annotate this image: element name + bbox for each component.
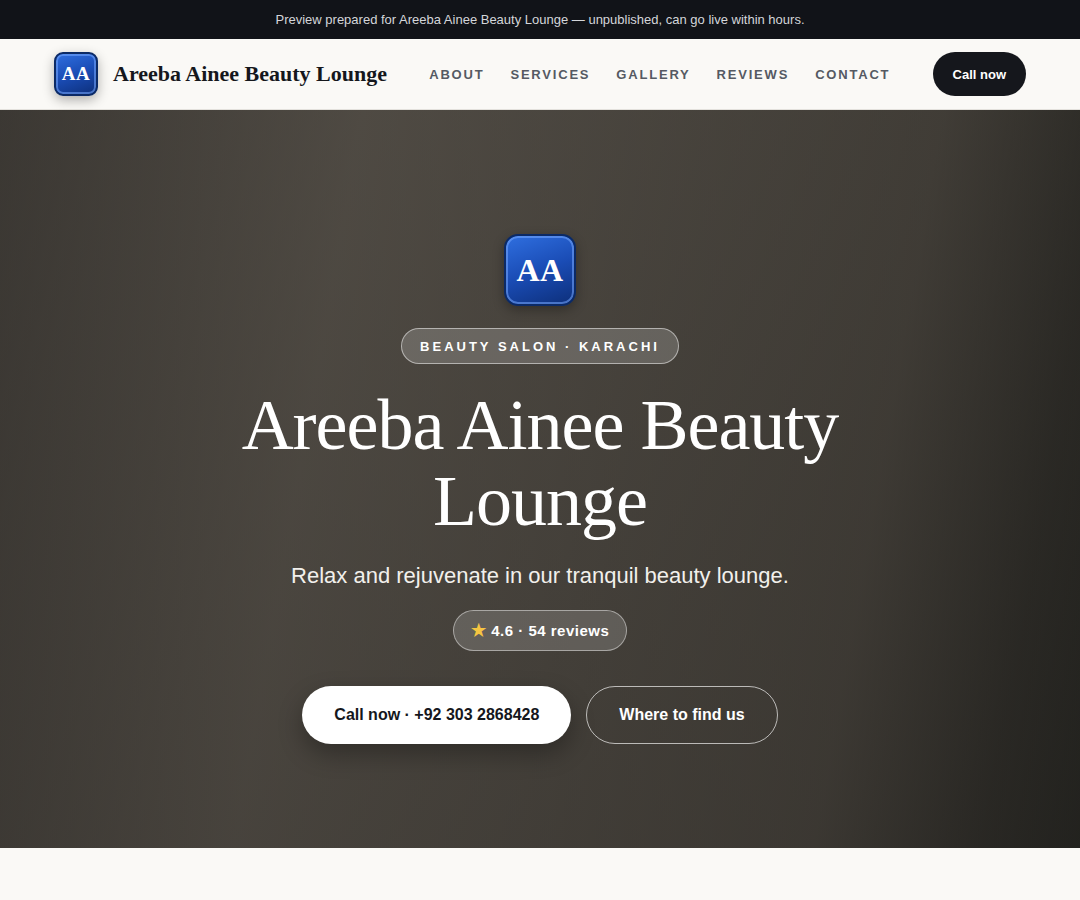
hero-logo: AA (504, 234, 576, 306)
nav-link[interactable]: SERVICES (510, 67, 590, 82)
location-button[interactable]: Where to find us (586, 686, 777, 744)
nav-links: ABOUT SERVICES GALLERY REVIEWS CONTACT (429, 67, 890, 82)
rating-text: 4.6 · 54 reviews (491, 622, 609, 639)
nav-link[interactable]: ABOUT (429, 67, 484, 82)
logo-icon: AA (504, 234, 576, 306)
brand-name[interactable]: Areeba Ainee Beauty Lounge (113, 61, 387, 87)
preview-banner: Preview prepared for Areeba Ainee Beauty… (0, 0, 1080, 39)
nav-link[interactable]: REVIEWS (717, 67, 790, 82)
hero-subtitle: Relax and rejuvenate in our tranquil bea… (291, 561, 789, 591)
call-button[interactable]: Call now (933, 52, 1026, 96)
hero: AA BEAUTY SALON · KARACHI Areeba Ainee Bea… (0, 110, 1080, 848)
navbar: AA Areeba Ainee Beauty Lounge ABOUT SERVICE… (0, 39, 1080, 110)
hero-buttons: Call now · +92 303 2868428 Where to find … (302, 686, 777, 744)
call-button[interactable]: Call now · +92 303 2868428 (302, 686, 571, 744)
category-badge: BEAUTY SALON · KARACHI (401, 328, 679, 364)
hero-title: Areeba Ainee Beauty Lounge (190, 388, 890, 539)
star-icon: ★ (471, 620, 487, 641)
nav-link[interactable]: CONTACT (815, 67, 890, 82)
logo-icon[interactable]: AA (54, 52, 98, 96)
brand[interactable]: AA Areeba Ainee Beauty Lounge (54, 52, 387, 96)
nav-link[interactable]: GALLERY (616, 67, 690, 82)
rating-badge: ★4.6 · 54 reviews (453, 610, 628, 651)
page: Preview prepared for Areeba Ainee Beauty… (0, 0, 1080, 900)
